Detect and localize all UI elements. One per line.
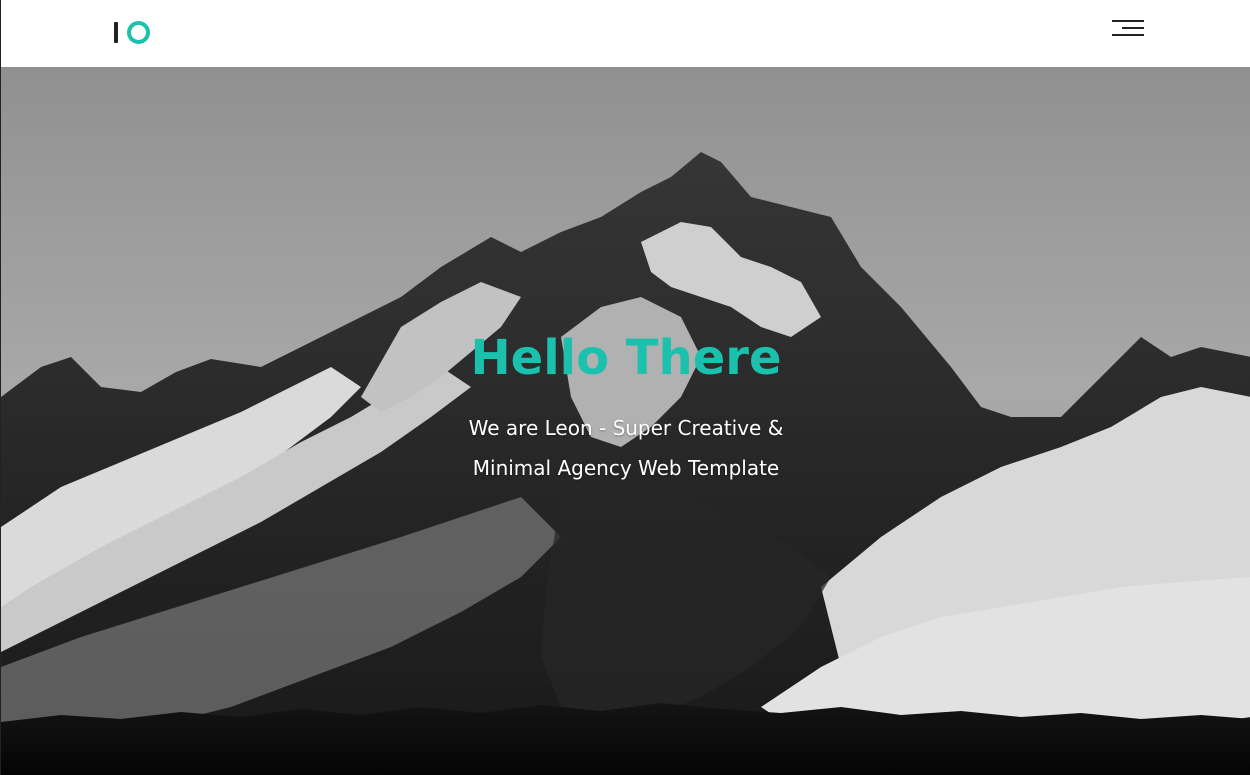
- logo[interactable]: [112, 20, 152, 46]
- hero-subtitle: We are Leon - Super Creative & Minimal A…: [1, 408, 1250, 488]
- menu-line-top: [1112, 20, 1144, 22]
- hero-section: Hello There We are Leon - Super Creative…: [0, 67, 1250, 775]
- menu-line-bottom: [1112, 34, 1144, 36]
- logo-ring: [127, 21, 150, 44]
- site-header: [0, 0, 1250, 67]
- hamburger-menu-button[interactable]: [1110, 18, 1146, 42]
- hero-title: Hello There: [470, 330, 782, 386]
- hero-subtitle-line-1: We are Leon - Super Creative &: [468, 416, 784, 440]
- menu-line-middle: [1122, 27, 1144, 29]
- page: Hello There We are Leon - Super Creative…: [0, 0, 1250, 775]
- hero-content: Hello There We are Leon - Super Creative…: [1, 322, 1250, 488]
- logo-bar: [114, 22, 118, 43]
- hero-subtitle-line-2: Minimal Agency Web Template: [472, 456, 780, 480]
